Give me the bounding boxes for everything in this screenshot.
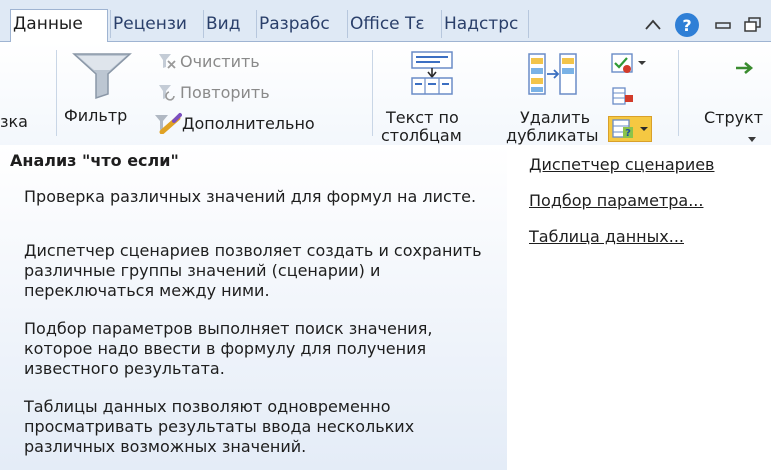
tooltip-title: Анализ "что если" bbox=[10, 151, 179, 170]
tooltip-paragraph: Проверка различных значений для формул н… bbox=[24, 187, 477, 206]
help-icon[interactable]: ? bbox=[674, 12, 700, 38]
tab-review[interactable]: Рецензи bbox=[110, 10, 200, 38]
remove-duplicates-label-2[interactable]: дубликаты bbox=[506, 126, 598, 145]
tooltip-paragraph: Таблицы данных позволяют одновременно пр… bbox=[24, 397, 415, 456]
restore-icon[interactable] bbox=[740, 12, 766, 38]
remove-duplicates-label-1[interactable]: Удалить bbox=[520, 108, 590, 127]
tab-view[interactable]: Вид bbox=[203, 10, 253, 38]
tooltip-paragraph: Диспетчер сценариев позволяет создать и … bbox=[24, 241, 482, 300]
group-separator bbox=[372, 50, 373, 136]
menu-item-data-table[interactable]: Таблица данных... bbox=[529, 227, 684, 246]
svg-text:?: ? bbox=[682, 16, 691, 35]
clear-button[interactable]: Очистить bbox=[180, 52, 260, 71]
advanced-button[interactable]: Дополнительно bbox=[182, 114, 315, 133]
filter-button[interactable]: Фильтр bbox=[64, 106, 127, 125]
ribbon-panel: зка Фильтр Очистить Повторить Дополнител… bbox=[0, 41, 771, 146]
text-to-columns-icon[interactable] bbox=[410, 50, 454, 96]
consolidate-icon[interactable] bbox=[612, 86, 634, 108]
what-if-menu: Диспетчер сценариев Подбор параметра... … bbox=[507, 145, 771, 470]
reapply-filter-icon bbox=[158, 83, 176, 101]
group-separator bbox=[56, 50, 57, 136]
ribbon-tab-bar: Данные Рецензи Вид Разрабс Office Tε Над… bbox=[0, 0, 771, 42]
outline-arrow-icon bbox=[734, 58, 758, 78]
tab-developer[interactable]: Разрабс bbox=[256, 10, 344, 38]
clear-filter-icon bbox=[158, 52, 176, 70]
what-if-analysis-button[interactable]: ? bbox=[608, 116, 652, 142]
outline-button[interactable]: Структ bbox=[704, 108, 763, 127]
ribbon-collapse-icon[interactable] bbox=[640, 12, 666, 38]
reapply-button[interactable]: Повторить bbox=[180, 83, 270, 102]
ribbon-group-partial-label: зка bbox=[0, 112, 28, 131]
text-to-columns-label-2[interactable]: столбцам bbox=[381, 126, 462, 145]
outline-dropdown-icon[interactable] bbox=[745, 130, 759, 142]
tab-data[interactable]: Данные bbox=[10, 9, 108, 42]
menu-item-goal-seek[interactable]: Подбор параметра... bbox=[529, 191, 703, 210]
what-if-tooltip: Анализ "что если" Проверка различных зна… bbox=[0, 145, 508, 470]
svg-text:?: ? bbox=[625, 128, 631, 139]
menu-item-scenario-manager[interactable]: Диспетчер сценариев bbox=[529, 155, 714, 174]
group-separator bbox=[678, 50, 679, 136]
filter-icon[interactable] bbox=[70, 50, 134, 100]
text-to-columns-label-1[interactable]: Текст по bbox=[386, 108, 459, 127]
tab-addins[interactable]: Надстрс bbox=[441, 10, 529, 38]
advanced-filter-icon bbox=[154, 112, 182, 135]
data-validation-icon[interactable] bbox=[610, 52, 648, 76]
tooltip-paragraph: Подбор параметров выполняет поиск значен… bbox=[24, 319, 433, 378]
remove-duplicates-icon[interactable] bbox=[527, 52, 579, 98]
minimize-icon[interactable] bbox=[710, 12, 736, 38]
tab-office-tab[interactable]: Office Tε bbox=[347, 10, 437, 38]
